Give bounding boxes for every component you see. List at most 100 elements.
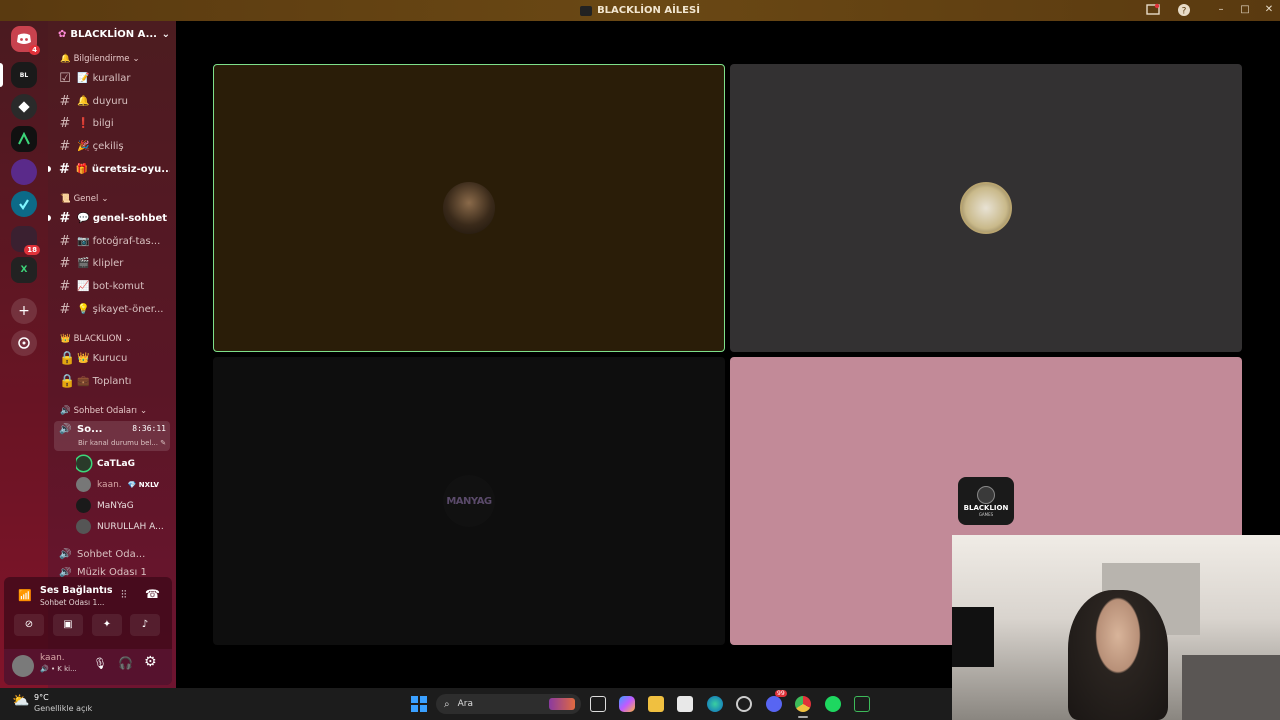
avatar [960, 182, 1012, 234]
server-icon-6[interactable]: X [11, 257, 37, 283]
voice-channel-sohbet-oda[interactable]: 🔊 Sohbet Oda... [54, 544, 170, 564]
channel-bilgi[interactable]: # ❗ bilgi [54, 113, 170, 133]
hash-icon: # [59, 93, 71, 109]
chevron-down-icon: ⌄ [132, 54, 140, 64]
hash-icon: # [59, 278, 71, 294]
category-blacklion[interactable]: 👑 BLACKLION ⌄ [60, 334, 132, 344]
hash-icon: # [59, 255, 71, 271]
taskbar-search[interactable]: ⌕ Ara [436, 694, 581, 714]
discord-badge: 99 [775, 690, 787, 697]
voice-tile[interactable]: MANYAG [213, 357, 725, 645]
hash-icon: # [59, 233, 71, 249]
settings-gear-icon[interactable]: ⚙ [144, 654, 157, 670]
voice-channel-link[interactable]: Sohbet Odası 1... [40, 598, 104, 607]
webcam-sofa [1182, 655, 1280, 720]
voice-tile[interactable] [730, 64, 1242, 352]
microphone-icon[interactable]: 🎙 [93, 657, 107, 670]
server-icon-4[interactable] [11, 159, 37, 185]
noise-suppression-icon[interactable]: ⫶⫶ [121, 588, 127, 602]
discover-icon[interactable] [11, 330, 37, 356]
activities-button[interactable]: ✦ [92, 614, 122, 636]
server-icon-5[interactable] [11, 191, 37, 217]
category-bilgilendirme[interactable]: 🔔 Bilgilendirme ⌄ [60, 54, 140, 64]
channel-bot-komut[interactable]: # 📈 bot-komut [54, 276, 170, 296]
voice-user[interactable]: kaan. 💎 NXLV [76, 475, 168, 494]
hash-icon: # [59, 210, 71, 226]
speaker-icon: 🔊 [59, 567, 72, 577]
voice-channel-muzik[interactable]: 🔊 Müzik Odası 1 [54, 567, 170, 577]
unread-indicator [48, 166, 51, 172]
server-icon-blacklion[interactable]: BL [11, 62, 37, 88]
voice-user[interactable]: NURULLAH A... [76, 517, 168, 536]
user-area[interactable]: kaan. 🔊 • K ki... 🎙 🎧 ⚙ [4, 649, 172, 685]
voice-channel-status[interactable]: Bir kanal durumu bel... ✎ [78, 439, 166, 447]
lion-icon [977, 485, 995, 504]
hash-icon: # [59, 301, 71, 317]
headphones-icon[interactable]: 🎧 [118, 656, 133, 670]
discord-home-icon[interactable]: 4 [11, 26, 40, 55]
start-icon[interactable] [411, 696, 427, 712]
voice-timer: 8:36:11 [132, 424, 166, 433]
inbox-icon[interactable] [1146, 3, 1160, 17]
close-icon[interactable]: ✕ [1262, 3, 1276, 17]
server-boost-icon: ✿ [58, 29, 67, 40]
screen-share-button[interactable]: ▣ [53, 614, 83, 636]
minimize-icon[interactable]: – [1214, 3, 1228, 17]
channel-duyuru[interactable]: # 🔔 duyuru [54, 91, 170, 111]
server-icon-3[interactable] [11, 126, 37, 152]
avatar [443, 182, 495, 234]
app-icon[interactable] [736, 696, 752, 712]
chevron-down-icon: ⌄ [124, 334, 132, 344]
category-sohbet-odalari[interactable]: 🔊 Sohbet Odaları ⌄ [60, 406, 147, 416]
bell-icon: 🔔 [60, 54, 71, 64]
avatar [76, 456, 91, 471]
webcam-person [1068, 590, 1168, 720]
edit-icon: ✎ [160, 439, 167, 447]
server-header[interactable]: ✿ BLACKLİON A... ⌄ [58, 29, 170, 40]
voice-user[interactable]: CaTLaG [76, 454, 168, 473]
svg-text:?: ? [1182, 7, 1187, 17]
camera-off-button[interactable]: ⊘ [14, 614, 44, 636]
active-server-pill [0, 63, 3, 87]
disconnect-icon[interactable]: ☎ [145, 587, 160, 601]
task-view-icon[interactable] [590, 696, 606, 712]
channel-ucretsiz-oyun[interactable]: # 🎁 ücretsiz-oyu... [54, 159, 170, 179]
voice-user[interactable]: MaNYaG [76, 496, 168, 515]
channel-cekilis[interactable]: # 🎉 çekiliş [54, 136, 170, 156]
voice-tile-speaking[interactable] [213, 64, 725, 352]
search-icon: ⌕ [444, 698, 450, 710]
edge-icon[interactable] [707, 696, 723, 712]
store-icon[interactable] [677, 696, 693, 712]
tray-app-icon[interactable] [854, 696, 870, 712]
speaker-icon: 🔊 [59, 548, 72, 560]
hash-icon: # [59, 138, 71, 154]
avatar [76, 498, 91, 513]
channel-sikayet[interactable]: # 💡 şikayet-öner... [54, 299, 170, 319]
channel-toplanti[interactable]: 🔒 💼 Toplantı [54, 371, 170, 391]
soundboard-button[interactable]: ♪ [130, 614, 160, 636]
help-icon[interactable]: ? [1177, 3, 1191, 17]
hash-icon: # [59, 115, 71, 131]
channel-fotograf[interactable]: # 📷 fotoğraf-tas... [54, 231, 170, 251]
spotify-icon[interactable] [825, 696, 841, 712]
server-icon-2[interactable] [11, 94, 37, 120]
maximize-icon[interactable]: □ [1238, 3, 1252, 17]
chrome-icon[interactable] [795, 696, 811, 712]
rules-icon: ☑ [59, 70, 71, 86]
weather-desc: Genellikle açık [34, 704, 93, 713]
file-explorer-icon[interactable] [648, 696, 664, 712]
add-server-icon[interactable]: + [11, 298, 37, 324]
server-icon [580, 5, 593, 16]
channel-kurucu[interactable]: 🔒 👑 Kurucu [54, 348, 170, 368]
username: kaan. [40, 653, 65, 663]
channel-genel-sohbet[interactable]: # 💬 genel-sohbet [54, 208, 170, 228]
category-genel[interactable]: 📜 Genel ⌄ [60, 194, 109, 204]
voice-status[interactable]: Ses Bağlantısı K [40, 585, 112, 596]
lock-icon: 🔒 [59, 373, 76, 389]
copilot-icon[interactable] [619, 696, 635, 712]
channel-klipler[interactable]: # 🎬 klipler [54, 253, 170, 273]
weather-icon[interactable]: ⛅ [12, 693, 29, 709]
server-folder-icon[interactable]: 18 [11, 226, 40, 255]
discord-taskbar-icon[interactable] [766, 696, 782, 712]
channel-kurallar[interactable]: ☑ 📝 kurallar [54, 68, 170, 88]
